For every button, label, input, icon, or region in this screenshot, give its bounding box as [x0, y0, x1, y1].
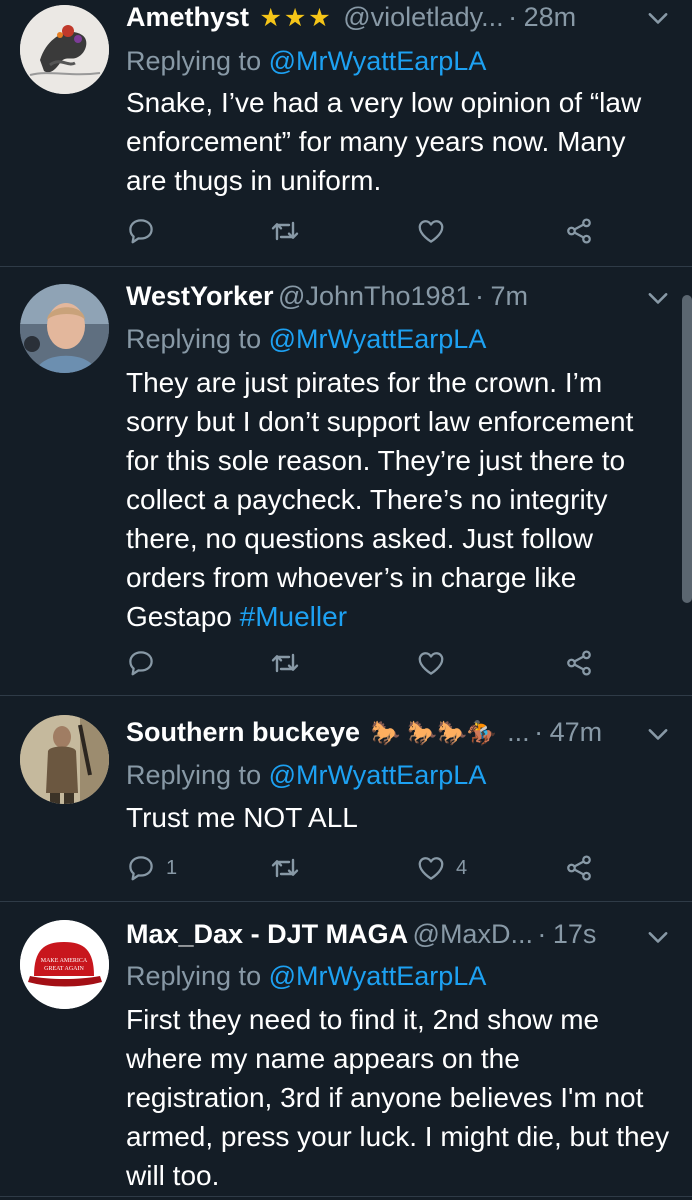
hat-text-line-2: GREAT AGAIN: [44, 966, 84, 972]
replying-label: Replying to: [126, 46, 262, 76]
replying-label: Replying to: [126, 760, 262, 790]
reply-button[interactable]: [126, 643, 156, 683]
chevron-down-icon[interactable]: [644, 924, 672, 952]
share-button[interactable]: [564, 211, 594, 251]
like-button[interactable]: [416, 643, 446, 683]
tweet-header: WestYorker @JohnTho1981 · 7m: [126, 281, 692, 321]
reply-icon: [126, 853, 156, 883]
replying-mention-link[interactable]: @MrWyattEarpLA: [269, 760, 487, 790]
tweet-body: Snake, I’ve had a very low opinion of “l…: [126, 87, 642, 196]
share-icon: [564, 648, 594, 678]
separator-dot: ·: [537, 919, 547, 949]
share-icon: [564, 853, 594, 883]
display-name[interactable]: Amethyst: [126, 2, 249, 32]
timestamp[interactable]: 17s: [553, 919, 597, 949]
reply-button[interactable]: [126, 211, 156, 251]
hashtag-link[interactable]: #Mueller: [240, 601, 347, 632]
like-button[interactable]: 4: [416, 848, 467, 888]
reply-icon: [126, 216, 156, 246]
like-count: 4: [456, 856, 468, 879]
tweet-body: They are just pirates for the crown. I’m…: [126, 363, 671, 636]
reply-count: 1: [166, 856, 178, 879]
reply-icon: [126, 648, 156, 678]
tweet-amethyst[interactable]: Amethyst ★★★ @violetlady... · 28m Replyi…: [0, 0, 692, 266]
avatar[interactable]: [20, 715, 109, 804]
tweet-header: Southern buckeye 🐎 🐎🐎🏇 ... · 47m: [126, 717, 692, 757]
avatar-photo-icon: [20, 715, 109, 804]
retweet-icon: [269, 647, 301, 679]
avatar-artwork-icon: [20, 5, 109, 94]
like-icon: [416, 216, 446, 246]
username-handle[interactable]: ...: [507, 717, 530, 747]
separator-dot: ·: [534, 717, 544, 747]
tweet-max-dax[interactable]: MAKE AMERICA GREAT AGAIN Max_Dax - DJT M…: [0, 902, 692, 1200]
avatar[interactable]: [20, 284, 109, 373]
replying-mention-link[interactable]: @MrWyattEarpLA: [269, 46, 487, 76]
share-icon: [564, 216, 594, 246]
replying-to-line: Replying to @MrWyattEarpLA: [126, 961, 486, 992]
timestamp[interactable]: 47m: [550, 717, 603, 747]
display-name[interactable]: WestYorker: [126, 281, 274, 311]
replying-to-line: Replying to @MrWyattEarpLA: [126, 46, 486, 77]
chevron-down-icon[interactable]: [644, 721, 672, 749]
like-button[interactable]: [416, 211, 446, 251]
tweet-actions: 1 4: [126, 848, 606, 888]
timestamp[interactable]: 28m: [524, 2, 577, 32]
replying-mention-link[interactable]: @MrWyattEarpLA: [269, 961, 487, 991]
like-icon: [416, 853, 446, 883]
name-emoji: 🐎 🐎🐎🏇: [370, 720, 497, 747]
hat-text-line-1: MAKE AMERICA: [41, 958, 88, 964]
like-icon: [416, 648, 446, 678]
tweet-southern-buckeye[interactable]: Southern buckeye 🐎 🐎🐎🏇 ... · 47m Replyin…: [0, 696, 692, 901]
retweet-button[interactable]: [269, 211, 301, 251]
tweet-divider: [0, 1196, 692, 1197]
display-name[interactable]: Southern buckeye: [126, 717, 360, 747]
reply-button[interactable]: 1: [126, 848, 177, 888]
tweet-header: Max_Dax - DJT MAGA @MaxD... · 17s: [126, 919, 692, 959]
tweet-body-text: They are just pirates for the crown. I’m…: [126, 367, 634, 632]
replying-label: Replying to: [126, 961, 262, 991]
scrollbar-thumb[interactable]: [682, 295, 692, 603]
tweet-body: First they need to find it, 2nd show me …: [126, 1004, 670, 1191]
share-button[interactable]: [564, 848, 594, 888]
replying-to-line: Replying to @MrWyattEarpLA: [126, 324, 486, 355]
tweet-actions: [126, 211, 606, 251]
username-handle[interactable]: @MaxD...: [413, 919, 533, 949]
tweet-header: Amethyst ★★★ @violetlady... · 28m: [126, 2, 692, 42]
tweet-actions: [126, 643, 606, 683]
retweet-icon: [269, 215, 301, 247]
retweet-button[interactable]: [269, 643, 301, 683]
rating-stars: ★★★: [259, 4, 333, 32]
timestamp[interactable]: 7m: [490, 281, 528, 311]
maga-hat-avatar: MAKE AMERICA GREAT AGAIN: [20, 920, 109, 1009]
share-button[interactable]: [564, 643, 594, 683]
separator-dot: ·: [508, 2, 518, 32]
avatar[interactable]: [20, 5, 109, 94]
username-handle[interactable]: @JohnTho1981: [278, 281, 471, 311]
replying-label: Replying to: [126, 324, 262, 354]
tweet-body: Trust me NOT ALL: [126, 802, 358, 833]
chevron-down-icon[interactable]: [644, 285, 672, 313]
replying-to-line: Replying to @MrWyattEarpLA: [126, 760, 486, 791]
separator-dot: ·: [475, 281, 485, 311]
replying-mention-link[interactable]: @MrWyattEarpLA: [269, 324, 487, 354]
display-name[interactable]: Max_Dax - DJT MAGA: [126, 919, 408, 949]
avatar[interactable]: MAKE AMERICA GREAT AGAIN: [20, 920, 109, 1009]
avatar-photo-icon: [20, 284, 109, 373]
retweet-icon: [269, 852, 301, 884]
tweet-westyorker[interactable]: WestYorker @JohnTho1981 · 7m Replying to…: [0, 267, 692, 695]
username-handle[interactable]: @violetlady...: [343, 2, 503, 32]
chevron-down-icon[interactable]: [644, 5, 672, 33]
retweet-button[interactable]: [269, 848, 301, 888]
